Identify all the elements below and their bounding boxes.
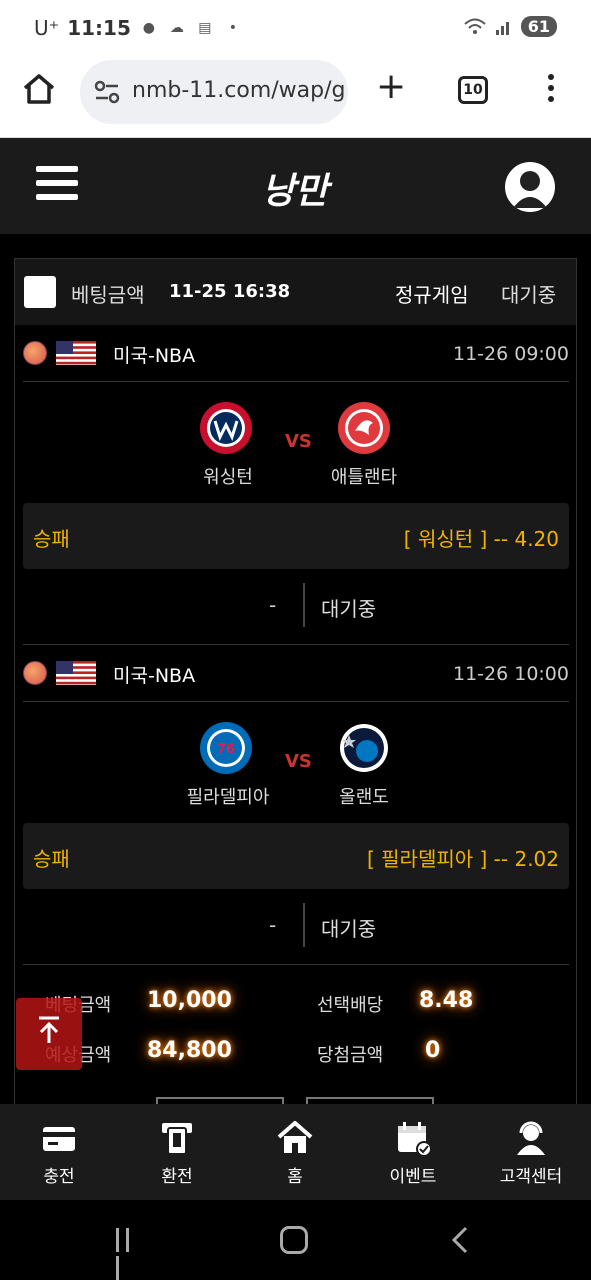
bet-history-content: 베팅금액 11-25 16:38 정규게임 대기중 미국-NBA 11-26 0…	[0, 234, 591, 1104]
result-status: 대기중	[321, 917, 377, 941]
news-icon: ▤	[198, 20, 212, 36]
nav-label: 고객센터	[499, 1167, 563, 1187]
result-separator	[303, 583, 305, 627]
result-status: 대기중	[321, 597, 377, 621]
bet-pick-row: 승패 [ 필라델피아 ] -- 2.02	[23, 823, 569, 889]
browser-menu-icon[interactable]	[544, 74, 558, 108]
address-bar[interactable]: nmb-11.com/wap/g	[80, 60, 348, 124]
bet-type-label: 승패	[33, 527, 70, 551]
usa-flag-icon	[56, 661, 96, 685]
usa-flag-icon	[56, 341, 96, 365]
result-score: -	[269, 913, 277, 937]
bet-summary: 베팅금액 10,000 선택배당 8.48 예상금액 84,800 당첨금액 0	[23, 969, 569, 1089]
site-logo[interactable]: 낭만	[250, 162, 340, 212]
result-row: - 대기중	[23, 583, 569, 627]
dot-icon: •	[228, 20, 237, 36]
bet-pick-value: [ 필라델피아 ] -- 2.02	[367, 847, 559, 871]
magic-logo-icon	[340, 724, 388, 772]
nav-label: 홈	[287, 1167, 303, 1187]
game-time: 11-26 09:00	[452, 343, 569, 365]
win-amount-value: 0	[425, 1038, 441, 1063]
app-header: 낭만	[0, 138, 591, 234]
odds-label: 선택배당	[317, 995, 384, 1016]
scroll-top-button[interactable]	[16, 998, 82, 1070]
clock: 11:15	[67, 16, 131, 40]
win-amount-label: 당첨금액	[317, 1045, 384, 1066]
nav-label: 충전	[43, 1167, 75, 1187]
vs-label: VS	[285, 431, 312, 452]
bottom-navigation: 충전 환전 홈 이벤트 고객센터	[0, 1104, 591, 1200]
carrier-label: U⁺	[34, 16, 60, 40]
bet-slip-panel: 베팅금액 11-25 16:38 정규게임 대기중 미국-NBA 11-26 0…	[14, 258, 577, 1104]
signal-icon	[495, 21, 509, 35]
result-score: -	[269, 593, 277, 617]
basketball-icon	[23, 661, 47, 685]
browser-toolbar: nmb-11.com/wap/g + 10	[0, 58, 591, 138]
home-team-name: 필라델피아	[186, 787, 270, 808]
league-name: 미국-NBA	[113, 345, 196, 367]
bet-status-label: 대기중	[501, 283, 557, 307]
bet-slip-header: 베팅금액 11-25 16:38 정규게임 대기중	[15, 259, 576, 325]
bet-pick-value: [ 워싱턴 ] -- 4.20	[403, 527, 559, 551]
nav-exchange[interactable]: 환전	[122, 1120, 232, 1190]
76ers-logo-icon: 76	[200, 722, 252, 774]
wifi-icon	[464, 18, 486, 34]
svg-text:76: 76	[217, 742, 235, 757]
league-name: 미국-NBA	[113, 665, 196, 687]
new-tab-button[interactable]: +	[376, 69, 406, 106]
game-card: 미국-NBA 11-26 10:00 76 VS 필라델피아 올랜도 승패 [ …	[15, 645, 576, 965]
result-row: - 대기중	[23, 903, 569, 947]
bet-amount-value: 10,000	[147, 988, 232, 1013]
withdraw-icon	[162, 1123, 192, 1155]
browser-home-icon[interactable]	[22, 72, 56, 106]
arrow-up-icon	[39, 1016, 59, 1043]
talk-icon: ●	[142, 20, 155, 36]
nav-support[interactable]: 고객센터	[476, 1120, 586, 1190]
nav-event[interactable]: 이벤트	[358, 1120, 468, 1190]
select-checkbox[interactable]	[24, 276, 56, 308]
game-card: 미국-NBA 11-26 09:00 VS 워싱턴 애틀랜타 승패 [ 워싱턴 …	[15, 325, 576, 645]
bet-amount-heading: 베팅금액	[71, 283, 145, 307]
expected-amount-value: 84,800	[147, 1038, 232, 1063]
hamburger-menu-icon[interactable]	[36, 166, 78, 204]
game-type-label: 정규게임	[395, 283, 469, 307]
bet-pick-row: 승패 [ 워싱턴 ] -- 4.20	[23, 503, 569, 569]
hawks-logo-icon	[338, 402, 390, 454]
nav-label: 환전	[161, 1167, 193, 1187]
league-row: 미국-NBA 11-26 09:00	[23, 337, 569, 371]
back-icon[interactable]	[450, 1226, 470, 1254]
bet-type-label: 승패	[33, 847, 70, 871]
wizards-logo-icon	[200, 402, 252, 454]
vs-label: VS	[285, 751, 312, 772]
calendar-icon	[398, 1122, 432, 1156]
divider	[23, 381, 569, 382]
odds-value: 8.48	[419, 988, 474, 1013]
nav-label: 이벤트	[389, 1167, 437, 1187]
site-settings-icon[interactable]	[94, 80, 120, 104]
url-text: nmb-11.com/wap/g	[132, 78, 346, 103]
cloud-icon: ☁	[169, 20, 184, 36]
away-team-name: 올랜도	[339, 787, 389, 808]
recent-apps-icon[interactable]	[116, 1228, 142, 1280]
basketball-icon	[23, 341, 47, 365]
battery-indicator: 61	[520, 16, 557, 37]
support-icon	[517, 1121, 545, 1155]
away-team-name: 애틀랜타	[330, 467, 398, 488]
bet-datetime: 11-25 16:38	[169, 281, 291, 302]
game-time: 11-26 10:00	[452, 663, 569, 685]
system-navigation-bar	[0, 1200, 591, 1280]
divider	[23, 964, 569, 965]
card-icon	[43, 1127, 75, 1151]
user-avatar-icon[interactable]	[505, 162, 555, 212]
status-bar: U⁺ 11:15 ● ☁ ▤ • 61	[0, 0, 591, 58]
home-icon	[277, 1121, 313, 1153]
league-row: 미국-NBA 11-26 10:00	[23, 657, 569, 691]
divider	[23, 701, 569, 702]
system-home-icon[interactable]	[280, 1226, 308, 1254]
home-team-name: 워싱턴	[203, 467, 253, 488]
nav-charge[interactable]: 충전	[4, 1120, 114, 1190]
tab-switcher-button[interactable]: 10	[458, 76, 488, 104]
result-separator	[303, 903, 305, 947]
nav-home[interactable]: 홈	[240, 1120, 350, 1190]
